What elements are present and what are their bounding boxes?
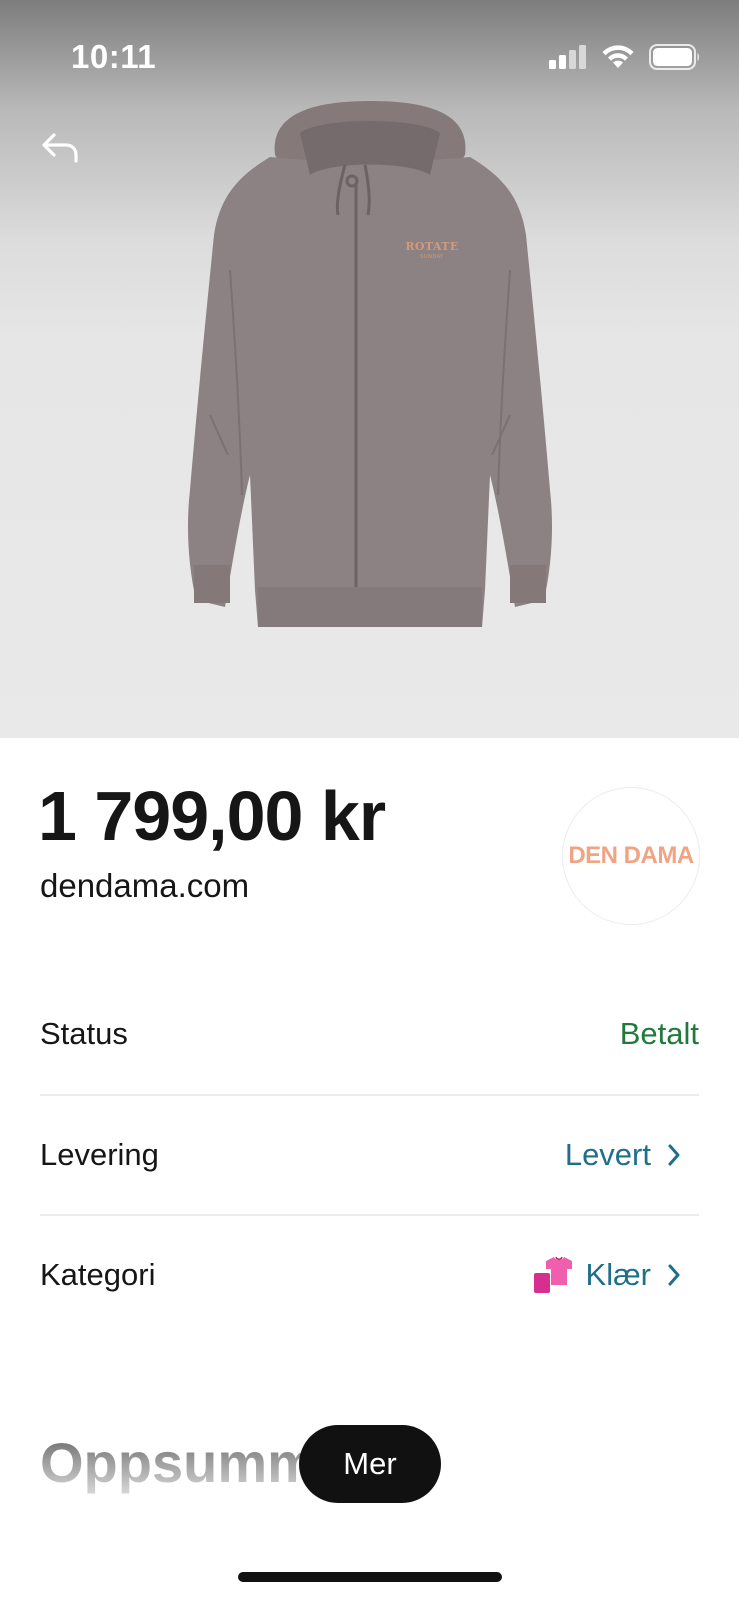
status-bar: 10:11 <box>0 0 739 110</box>
home-indicator[interactable] <box>238 1572 502 1582</box>
delivery-value-group[interactable]: Levert <box>565 1137 699 1173</box>
more-button[interactable]: Mer <box>299 1425 441 1503</box>
delivery-value: Levert <box>564 1137 651 1172</box>
store-logo-text: DEN DAMA <box>568 842 694 869</box>
chevron-right-icon <box>663 1263 685 1287</box>
hoodie-brand-print-sub: SUNDAY <box>420 254 444 260</box>
delivery-label: Levering <box>40 1137 159 1172</box>
status-time: 10:11 <box>71 38 157 75</box>
category-value-group[interactable]: Klær <box>532 1255 699 1295</box>
status-label: Status <box>40 1016 128 1051</box>
cellular-signal-icon <box>549 45 586 69</box>
hoodie-brand-print: ROTATE <box>405 240 459 253</box>
store-domain: dendama.com <box>40 867 250 904</box>
status-icons <box>549 44 701 70</box>
back-arrow-icon <box>42 133 78 163</box>
delivery-row[interactable]: Levering Levert <box>40 1095 699 1215</box>
product-price: 1 799,00 kr <box>38 777 386 855</box>
status-row: Status Betalt <box>40 974 699 1094</box>
summary-heading: Oppsumm <box>40 1428 317 1498</box>
status-value: Betalt <box>619 1016 699 1051</box>
wifi-icon <box>602 45 634 68</box>
category-label: Kategori <box>40 1257 156 1292</box>
battery-icon <box>649 44 699 70</box>
store-logo[interactable]: DEN DAMA <box>562 787 700 925</box>
product-image-area: ROTATE SUNDAY 10:11 <box>0 0 739 738</box>
back-button[interactable] <box>34 122 86 174</box>
hoodie-image <box>188 101 552 627</box>
chevron-right-icon <box>663 1143 685 1167</box>
shirt-icon <box>533 1256 572 1293</box>
category-value: Klær <box>585 1257 651 1292</box>
category-row[interactable]: Kategori Klær <box>40 1215 699 1335</box>
